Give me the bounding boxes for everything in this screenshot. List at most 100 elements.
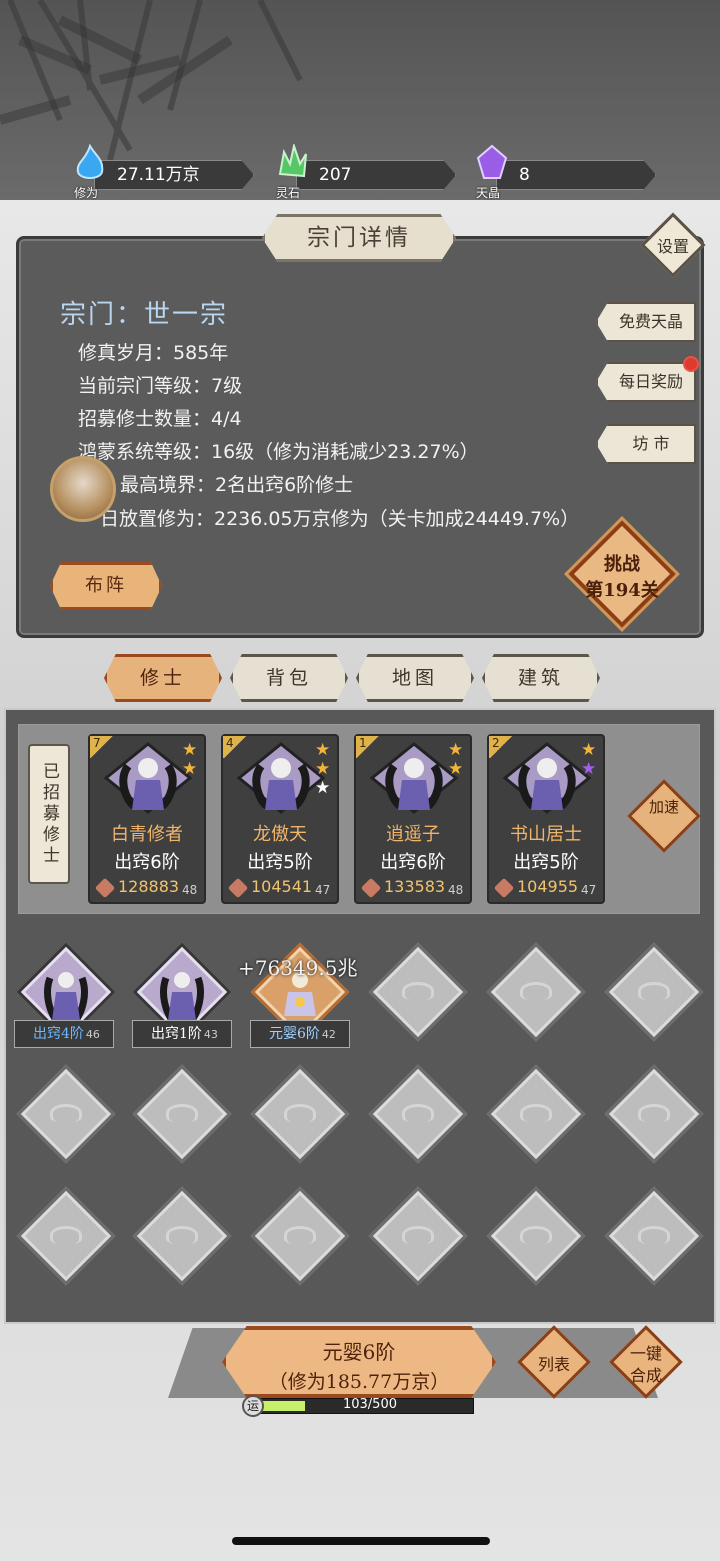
disciple-card[interactable]: 4 ★ ★ ★ 龙傲天 出窍5阶 104541 47 — [221, 734, 339, 904]
purple-gem-icon — [476, 144, 508, 179]
empty-slot[interactable] — [250, 1186, 350, 1286]
empty-slot[interactable] — [604, 942, 704, 1042]
empty-slot[interactable] — [486, 942, 586, 1042]
recruited-label: 已招募修士 — [28, 744, 70, 884]
disciple-portrait — [44, 972, 88, 1023]
power-icon — [94, 877, 116, 899]
empty-slot[interactable] — [486, 1186, 586, 1286]
one-click-merge-button[interactable]: 一键 合成 — [608, 1324, 684, 1400]
sect-master-avatar[interactable] — [50, 456, 116, 522]
disciple-rank: 出窍6阶 — [380, 852, 446, 873]
luck-icon: 运 — [242, 1395, 264, 1417]
empty-slot[interactable] — [486, 1064, 586, 1164]
home-indicator[interactable] — [232, 1537, 490, 1545]
disciple-portrait — [160, 972, 204, 1023]
disciple-level: 7 — [90, 736, 114, 758]
accelerate-button[interactable]: 加速 — [626, 778, 702, 854]
disciple-power: 104955 — [517, 877, 579, 896]
empty-slot[interactable] — [132, 1186, 232, 1286]
slot-rank: 出窍4阶 — [33, 1026, 84, 1042]
cloud-icon — [520, 1226, 552, 1244]
disciple-sub-value: 48 — [182, 883, 198, 897]
disciple-card[interactable]: 7 ★ ★ 白青修者 出窍6阶 128883 48 — [88, 734, 206, 904]
disciple-rank: 出窍6阶 — [114, 852, 180, 873]
accelerate-label: 加速 — [648, 798, 679, 816]
star-icon: ★ — [581, 759, 597, 779]
stat-sect-level: 当前宗门等级：7级 — [78, 375, 243, 397]
resource-heaven-crystal-label: 天晶 — [476, 186, 501, 200]
star-icon: ★ — [315, 778, 331, 798]
resource-heaven-crystal-value: 8 — [496, 160, 656, 190]
empty-slot[interactable] — [16, 1186, 116, 1286]
settings-button[interactable]: 设置 — [640, 212, 706, 278]
recruit-disciple-button[interactable]: 元婴6阶 （修为185.77万京） — [222, 1326, 496, 1398]
stat-years: 修真岁月：585年 — [78, 342, 229, 364]
empty-slot[interactable] — [250, 1064, 350, 1164]
resource-spirit-stone-value: 207 — [296, 160, 456, 190]
list-button[interactable]: 列表 — [516, 1324, 592, 1400]
slot-rank: 元婴6阶 — [269, 1026, 320, 1042]
market-button[interactable]: 坊 市 — [596, 424, 696, 464]
star-icon: ★ — [315, 759, 331, 779]
tab-disciples[interactable]: 修士 — [104, 654, 222, 702]
disciple-level: 2 — [489, 736, 513, 758]
luck-progress-text: 103/500 — [342, 1397, 397, 1412]
cloud-icon — [284, 1104, 316, 1122]
empty-slot[interactable] — [604, 1186, 704, 1286]
green-crystal-icon — [278, 144, 307, 178]
free-crystal-button[interactable]: 免费天晶 — [596, 302, 696, 342]
disciple-name: 书山居士 — [510, 824, 582, 845]
stat-recruit-count: 招募修士数量：4/4 — [78, 408, 242, 430]
disciple-card[interactable]: 2 ★ ★ 书山居士 出窍5阶 104955 47 — [487, 734, 605, 904]
disciple-rank: 出窍5阶 — [513, 852, 579, 873]
star-icon: ★ — [448, 740, 464, 760]
empty-slot[interactable] — [604, 1064, 704, 1164]
merge-label-1: 一键 — [629, 1344, 662, 1363]
empty-slot[interactable] — [16, 1064, 116, 1164]
star-icon: ★ — [182, 740, 198, 760]
tab-map[interactable]: 地图 — [356, 654, 474, 702]
star-icon: ★ — [315, 740, 331, 760]
star-icon: ★ — [448, 759, 464, 779]
resource-cultivation-label: 修为 — [74, 186, 99, 200]
power-icon — [360, 877, 382, 899]
resource-spirit-stone: 207 灵石 — [274, 144, 456, 200]
slot-label: 出窍4阶 46 — [14, 1020, 114, 1048]
disciple-level: 4 — [223, 736, 247, 758]
challenge-button[interactable]: 挑战 第194关 — [566, 518, 678, 630]
cloud-icon — [520, 1104, 552, 1122]
slot-label: 元婴6阶 42 — [250, 1020, 350, 1048]
tab-bag[interactable]: 背包 — [230, 654, 348, 702]
formation-button[interactable]: 布阵 — [50, 562, 162, 610]
stat-system-level: 鸿蒙系统等级：16级（修为消耗减少23.27%） — [78, 441, 479, 463]
challenge-stage: 第194关 — [585, 580, 659, 601]
star-icon: ★ — [581, 740, 597, 760]
recruit-cost: （修为185.77万京） — [268, 1371, 450, 1393]
disciple-power: 128883 — [118, 877, 180, 896]
panel-title: 宗门详情 — [262, 214, 456, 262]
daily-reward-button[interactable]: 每日奖励 — [596, 362, 696, 402]
blue-flame-icon — [76, 144, 104, 179]
empty-slot[interactable] — [368, 1064, 468, 1164]
cloud-icon — [50, 1104, 82, 1122]
list-label: 列表 — [537, 1355, 570, 1374]
cloud-icon — [50, 1226, 82, 1244]
tab-buildings[interactable]: 建筑 — [482, 654, 600, 702]
cloud-icon — [402, 1104, 434, 1122]
merge-label-2: 合成 — [629, 1366, 662, 1385]
empty-slot[interactable] — [132, 1064, 232, 1164]
slot-label: 出窍1阶 43 — [132, 1020, 232, 1048]
disciple-name: 白青修者 — [111, 824, 183, 845]
empty-slot[interactable] — [368, 942, 468, 1042]
disciple-rank: 出窍5阶 — [247, 852, 313, 873]
slot-level: 43 — [203, 1028, 218, 1041]
stat-highest-realm: 最高境界：2名出窍6阶修士 — [120, 474, 354, 496]
power-icon — [493, 877, 515, 899]
empty-slot[interactable] — [368, 1186, 468, 1286]
disciple-card[interactable]: 1 ★ ★ 逍遥子 出窍6阶 133583 48 — [354, 734, 472, 904]
luck-progress-fill — [261, 1401, 305, 1411]
resource-heaven-crystal: 8 天晶 — [474, 144, 656, 200]
cloud-icon — [520, 982, 552, 1000]
resource-cultivation: 27.11万京 修为 — [72, 144, 254, 200]
resource-spirit-stone-label: 灵石 — [276, 186, 301, 200]
